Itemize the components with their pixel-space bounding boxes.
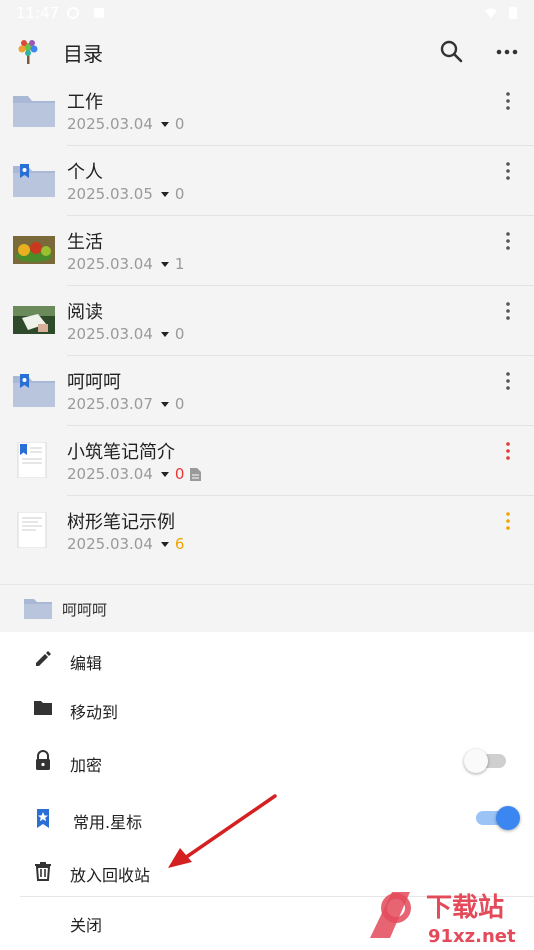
folder-icon (34, 701, 52, 715)
caret-down-icon (160, 261, 169, 267)
item-count: 0 (174, 115, 185, 133)
watermark-url: 91xz.net (428, 926, 516, 947)
option-label: 编辑 (70, 654, 103, 673)
fruit-photo-icon (13, 236, 55, 264)
toggle-knob (496, 806, 520, 830)
more-vertical-icon[interactable] (498, 230, 518, 252)
list-item[interactable]: 工作 2025.03.04 0 (0, 76, 534, 146)
item-count: 0 (174, 395, 185, 413)
more-vertical-icon[interactable] (498, 90, 518, 112)
encrypt-toggle[interactable] (464, 749, 506, 773)
favorite-toggle[interactable] (476, 806, 520, 830)
list-item[interactable]: 生活 2025.03.04 1 (0, 216, 534, 286)
list-item[interactable]: 阅读 2025.03.04 0 (0, 286, 534, 356)
notification-icon (94, 8, 104, 18)
trash-icon (35, 862, 51, 881)
item-count: 6 (174, 535, 185, 553)
item-meta: 2025.03.05 0 (67, 185, 185, 203)
more-vertical-icon[interactable] (498, 300, 518, 322)
list-item[interactable]: 个人 2025.03.05 0 (0, 146, 534, 216)
more-vertical-icon[interactable] (498, 370, 518, 392)
search-icon[interactable] (438, 38, 464, 64)
more-vertical-icon[interactable] (498, 440, 518, 462)
caret-down-icon (160, 471, 169, 477)
option-label: 放入回收站 (70, 866, 151, 885)
item-count: 0 (174, 325, 185, 343)
move-to-option[interactable]: 移动到 (0, 685, 534, 733)
status-time: 11:47 (16, 4, 60, 22)
more-horizontal-icon[interactable] (494, 38, 520, 64)
battery-icon (509, 7, 517, 19)
item-name: 小筑笔记简介 (67, 442, 175, 463)
folder-icon (24, 599, 52, 619)
caret-down-icon (160, 121, 169, 127)
caret-down-icon (160, 191, 169, 197)
item-meta: 2025.03.04 0 (67, 465, 202, 483)
item-meta: 2025.03.04 0 (67, 325, 185, 343)
more-vertical-icon[interactable] (498, 160, 518, 182)
document-icon (190, 467, 202, 481)
lock-icon (36, 750, 50, 770)
item-meta: 2025.03.04 6 (67, 535, 185, 553)
item-meta: 2025.03.07 0 (67, 395, 185, 413)
star-bookmark-icon (37, 809, 49, 828)
toggle-knob (464, 749, 488, 773)
more-vertical-icon[interactable] (498, 510, 518, 532)
item-name: 树形笔记示例 (67, 512, 175, 533)
item-name: 生活 (67, 232, 103, 253)
item-name: 呵呵呵 (67, 372, 121, 393)
item-meta: 2025.03.04 1 (67, 255, 185, 273)
item-count: 1 (174, 255, 185, 273)
item-count: 0 (174, 465, 185, 483)
option-label: 加密 (70, 756, 103, 775)
sheet-header: 呵呵呵 (0, 584, 534, 633)
item-count: 0 (174, 185, 185, 203)
status-bar: 11:47 (0, 0, 534, 28)
item-name: 工作 (67, 92, 103, 113)
option-label: 关闭 (70, 916, 103, 935)
caret-down-icon (160, 541, 169, 547)
edit-option[interactable]: 编辑 (0, 636, 534, 684)
sync-icon (67, 7, 79, 19)
watermark-logo: 下载站 91xz.net (370, 892, 516, 947)
caret-down-icon (160, 401, 169, 407)
tree-logo-icon (18, 40, 38, 64)
bookmark-folder-icon (13, 164, 55, 197)
page-title: 目录 (63, 42, 103, 66)
encrypt-option[interactable]: 加密 (0, 738, 534, 786)
list-item[interactable]: 呵呵呵 2025.03.07 0 (0, 356, 534, 426)
bookmark-folder-icon (13, 374, 55, 407)
note-list: 工作 2025.03.04 0 个人 2025.03.05 0 生活 2025.03… (0, 76, 534, 566)
annotation-arrow-icon (168, 794, 277, 868)
pencil-icon (36, 651, 51, 666)
bookmark-document-icon (17, 442, 47, 478)
document-thumbnail-icon (17, 512, 47, 548)
app-bar: 目录 (0, 28, 534, 76)
folder-icon (13, 96, 55, 127)
reading-photo-icon (13, 306, 55, 334)
sheet-title: 呵呵呵 (62, 601, 108, 619)
item-meta: 2025.03.04 0 (67, 115, 185, 133)
caret-down-icon (160, 331, 169, 337)
option-label: 常用.星标 (73, 813, 143, 832)
list-item[interactable]: 树形笔记示例 2025.03.04 6 (0, 496, 534, 566)
item-name: 阅读 (67, 302, 103, 323)
list-item[interactable]: 小筑笔记简介 2025.03.04 0 (0, 426, 534, 496)
option-label: 移动到 (70, 703, 119, 722)
item-name: 个人 (67, 162, 103, 183)
wifi-icon (485, 8, 497, 18)
watermark-text: 下载站 (426, 893, 504, 923)
